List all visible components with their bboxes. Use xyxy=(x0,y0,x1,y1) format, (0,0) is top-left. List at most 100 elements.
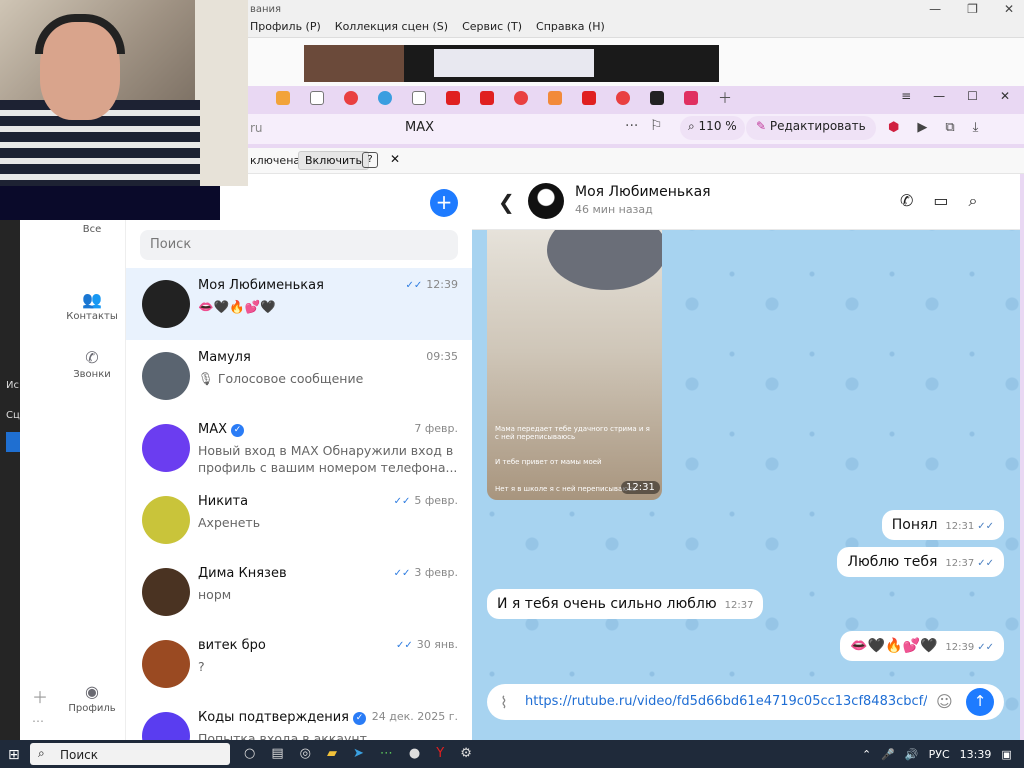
chat-name: Никита xyxy=(198,494,248,509)
restore-icon[interactable]: ❐ xyxy=(967,2,978,16)
settings-icon[interactable]: ⚙ xyxy=(460,746,472,761)
help-icon[interactable]: ? xyxy=(362,152,378,168)
avatar xyxy=(142,640,190,688)
chat-status: 46 мин назад xyxy=(575,203,653,216)
chat-list-item[interactable]: Мамуля 09:35 🎙 Голосовое сообщение xyxy=(126,340,472,412)
chat-name-text: Коды подтверждения xyxy=(198,710,349,725)
enable-button[interactable]: Включить xyxy=(298,151,370,170)
message-text: Люблю тебя xyxy=(847,554,938,570)
new-tab-icon[interactable]: ＋ xyxy=(718,88,732,108)
notification-icon[interactable]: ▣ xyxy=(1001,748,1011,761)
search-input[interactable]: Поиск xyxy=(140,230,458,260)
tab-icon[interactable] xyxy=(378,91,392,105)
tab-icon[interactable] xyxy=(480,91,494,105)
tab-icon[interactable] xyxy=(446,91,460,105)
circle-icon[interactable]: ○ xyxy=(244,746,255,761)
obs-left-text: Ис xyxy=(6,380,19,391)
dots-icon[interactable]: ⋯ xyxy=(32,714,44,728)
chat-name-text: Дима Князев xyxy=(198,566,287,581)
address-title[interactable]: MAX xyxy=(405,120,434,135)
folder-icon[interactable]: ▰ xyxy=(327,746,337,761)
chat-list-item[interactable]: Коды подтверждения ✓ 24 дек. 2025 г. Попытк… xyxy=(126,700,472,740)
chevron-up-icon[interactable]: ⌃ xyxy=(862,748,871,761)
rail-profile[interactable]: ◉ Профиль xyxy=(58,682,126,714)
tab-icon[interactable] xyxy=(344,91,358,105)
taskview-icon[interactable]: ▤ xyxy=(271,746,283,761)
language-indicator[interactable]: РУС xyxy=(929,748,950,761)
video-message[interactable]: Мама передает тебе удачного стрима и я с… xyxy=(487,230,662,500)
zoom-button[interactable]: ⌕ 110 % xyxy=(680,116,745,140)
rail-contacts[interactable]: 👥 Контакты xyxy=(58,290,126,322)
puzzle-icon[interactable]: ⧉ xyxy=(945,120,954,135)
windows-icon[interactable]: ⊞ xyxy=(8,747,20,763)
chat-list-item[interactable]: Никита ✓✓ 5 февр. Ахренеть xyxy=(126,484,472,556)
shield-icon[interactable]: ⬢ xyxy=(888,120,899,135)
avatar[interactable] xyxy=(528,183,564,219)
add-icon[interactable]: ＋ xyxy=(32,684,48,708)
media-caption: И тебе привет от мамы моей xyxy=(495,458,602,466)
tab-list-icon[interactable]: ≡ xyxy=(901,89,911,103)
obs-preview xyxy=(304,45,719,82)
edit-button[interactable]: ✎ Редактировать xyxy=(746,116,876,140)
chat-list-item[interactable]: витек бро ✓✓ 30 янв.? xyxy=(126,628,472,700)
close-icon[interactable]: ✕ xyxy=(1000,89,1010,103)
app-icon[interactable]: ⋯ xyxy=(380,746,393,761)
rail-contacts-label: Контакты xyxy=(66,311,118,322)
chat-preview: ? xyxy=(198,659,205,674)
clock[interactable]: 13:39 xyxy=(960,748,992,761)
chat-name: Дима Князев xyxy=(198,566,287,581)
back-icon[interactable]: ❮ xyxy=(498,190,515,214)
minimize-icon[interactable]: — xyxy=(933,89,945,103)
attach-icon[interactable]: ⌇ xyxy=(500,693,508,712)
search-icon[interactable]: ⌕ xyxy=(969,191,978,211)
chat-list-item[interactable]: Моя Любименькая ✓✓ 12:39 👄🖤🔥💕🖤 xyxy=(126,268,472,340)
steam-icon[interactable]: ◎ xyxy=(300,746,311,761)
outgoing-message[interactable]: Понял 12:31 ✓✓ xyxy=(881,510,1004,540)
chat-time: ✓✓ 5 февр. xyxy=(394,494,458,507)
obs-menu-scenes[interactable]: Коллекция сцен (S) xyxy=(335,20,448,33)
tab-icon[interactable] xyxy=(412,91,426,105)
message-input-text[interactable]: https://rutube.ru/video/fd5d66bd61e4719c… xyxy=(525,694,927,709)
obs-menu-profile[interactable]: Профиль (P) xyxy=(250,20,321,33)
read-check-icon: ✓✓ xyxy=(393,496,411,507)
close-icon[interactable]: ✕ xyxy=(1004,2,1014,16)
telegram-icon[interactable]: ➤ xyxy=(353,746,364,761)
sticker-icon[interactable]: ☺ xyxy=(936,692,953,711)
send-button[interactable]: ↑ xyxy=(966,688,994,716)
chat-list-item[interactable]: MAX ✓ 7 февр. Новый вход в MAX Обнаружили в… xyxy=(126,412,472,484)
more-icon[interactable]: ··· xyxy=(625,118,638,134)
new-chat-button[interactable]: + xyxy=(430,189,458,217)
phone-icon[interactable]: ✆ xyxy=(900,191,913,211)
tab-icon[interactable] xyxy=(616,91,630,105)
obs-icon[interactable]: ● xyxy=(409,746,420,761)
tab-icon[interactable] xyxy=(514,91,528,105)
rail-calls[interactable]: ✆ Звонки xyxy=(58,348,126,380)
maximize-icon[interactable]: ☐ xyxy=(967,89,978,103)
chat-title[interactable]: Моя Любименькая xyxy=(575,184,711,200)
chat-name-text: Никита xyxy=(198,494,249,509)
incoming-message[interactable]: И я тебя очень сильно люблю 12:37 xyxy=(487,589,764,619)
tab-icon[interactable] xyxy=(310,91,324,105)
tab-icon[interactable] xyxy=(650,91,664,105)
tab-icon[interactable] xyxy=(582,91,596,105)
tab-icon[interactable] xyxy=(684,91,698,105)
outgoing-message[interactable]: Люблю тебя 12:37 ✓✓ xyxy=(837,547,1004,577)
tab-icon[interactable] xyxy=(548,91,562,105)
video-icon[interactable]: ▭ xyxy=(933,191,948,211)
yandex-icon[interactable]: Y xyxy=(436,746,444,761)
rail-all-label: Все xyxy=(82,224,102,235)
tab-icon[interactable] xyxy=(276,91,290,105)
obs-menu-help[interactable]: Справка (H) xyxy=(536,20,605,33)
outgoing-message[interactable]: 👄🖤🔥💕🖤 12:39 ✓✓ xyxy=(840,631,1004,661)
play-icon[interactable]: ▶ xyxy=(917,120,927,135)
info-close-icon[interactable]: ✕ xyxy=(390,152,400,166)
minimize-icon[interactable]: — xyxy=(929,2,941,16)
chat-list-item[interactable]: Дима Князев ✓✓ 3 февр. норм xyxy=(126,556,472,628)
obs-menu-tools[interactable]: Сервис (T) xyxy=(462,20,522,33)
rail-all[interactable]: Все xyxy=(58,224,126,235)
volume-icon[interactable]: 🔊 xyxy=(905,748,919,761)
bookmark-icon[interactable]: ⚐ xyxy=(650,118,663,134)
obs-left-text: Сц xyxy=(6,410,20,421)
mic-icon[interactable]: 🎤 xyxy=(881,748,895,761)
download-icon[interactable]: ⤓ xyxy=(973,120,979,135)
